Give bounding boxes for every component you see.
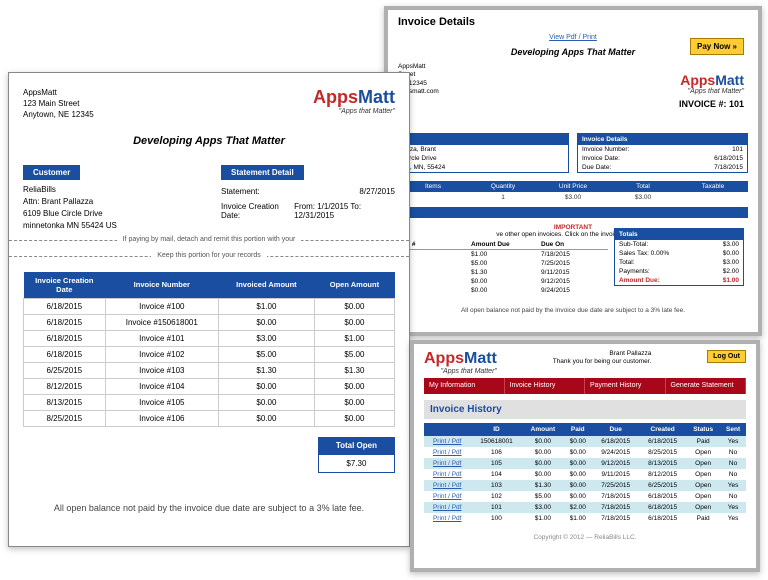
history-table: ID AmountPaid DueCreated StatusSent Prin…: [424, 423, 746, 524]
logo: AppsMatt "Apps that Matter": [313, 87, 395, 121]
print-pdf-link[interactable]: Print / Pdf: [433, 460, 462, 467]
invoice-details-title: Invoice Details: [398, 16, 748, 28]
table-row: Print / Pdf100$1.00$1.007/18/20156/18/20…: [424, 513, 746, 524]
pay-now-button[interactable]: Pay Now »: [690, 38, 744, 55]
thank-you: Thank you for being our customer.: [553, 358, 652, 366]
table-row: 6/18/2015Invoice #101$3.00$1.00: [24, 330, 395, 346]
table-row: 6/18/2015Invoice #102$5.00$5.00: [24, 346, 395, 362]
table-row: 8/12/2015Invoice #104$0.00$0.00: [24, 378, 395, 394]
tab-statement[interactable]: Generate Statement: [666, 378, 747, 394]
table-row: Print / Pdf104$0.00$0.009/11/20158/12/20…: [424, 469, 746, 480]
table-row: Print / Pdf106$0.00$0.009/24/20158/25/20…: [424, 447, 746, 458]
tab-payment[interactable]: Payment History: [585, 378, 666, 394]
statement-card: AppsMatt 123 Main Street Anytown, NE 123…: [8, 72, 410, 547]
total-open: Total Open $7.30: [318, 437, 395, 473]
items-row: 1 $3.00 $3.00: [398, 192, 748, 203]
table-row: Print / Pdf101$3.00$2.007/18/20156/18/20…: [424, 502, 746, 513]
print-pdf-link[interactable]: Print / Pdf: [433, 449, 462, 456]
logo: AppsMatt "Apps that Matter": [424, 350, 497, 375]
table-row: 8/13/2015Invoice #105$0.00$0.00: [24, 394, 395, 410]
section-title: Invoice History: [424, 400, 746, 419]
table-row: 6/25/2015Invoice #103$1.30$1.30: [24, 362, 395, 378]
table-row: Print / Pdf102$5.00$0.007/18/20156/18/20…: [424, 491, 746, 502]
print-pdf-link[interactable]: Print / Pdf: [433, 515, 462, 522]
from-address: AppsMatt 123 Main Street Anytown, NE 123…: [23, 87, 94, 121]
table-row: 8/25/2015Invoice #106$0.00$0.00: [24, 410, 395, 426]
brand-tagline: Developing Apps That Matter: [23, 135, 395, 147]
view-pdf-link[interactable]: View Pdf / Print: [549, 34, 597, 41]
items-header: Items Quantity Unit Price Total Taxable: [398, 181, 748, 192]
table-row: 6/18/2015Invoice #150618001$0.00$0.00: [24, 314, 395, 330]
logout-button[interactable]: Log Out: [707, 350, 746, 363]
late-fee-note: All open balance not paid by the invoice…: [23, 473, 395, 513]
logo: AppsMatt "Apps that Matter" INVOICE #: 1…: [679, 72, 744, 109]
invoice-meta-box: Invoice Details Invoice Number:101 Invoi…: [577, 133, 748, 173]
invoice-number: INVOICE #: 101: [679, 99, 744, 109]
print-pdf-link[interactable]: Print / Pdf: [433, 504, 462, 511]
customer-heading: Customer: [23, 165, 80, 180]
table-row: Print / Pdf105$0.00$0.009/12/20158/13/20…: [424, 458, 746, 469]
print-pdf-link[interactable]: Print / Pdf: [433, 493, 462, 500]
user-name: Brant Pallazza: [553, 350, 652, 358]
tab-my-info[interactable]: My Information: [424, 378, 505, 394]
copyright: Copyright © 2012 — ReliaBills LLC.: [424, 534, 746, 541]
print-pdf-link[interactable]: Print / Pdf: [433, 438, 462, 445]
print-pdf-link[interactable]: Print / Pdf: [433, 471, 462, 478]
tear-line: Keep this portion for your records: [9, 256, 409, 264]
detail-heading: Statement Detail: [221, 165, 304, 180]
late-fee-note: All open balance not paid by the invoice…: [398, 307, 748, 314]
print-pdf-link[interactable]: Print / Pdf: [433, 482, 462, 489]
invoice-history-card: AppsMatt "Apps that Matter" Brant Pallaz…: [410, 340, 760, 572]
tear-line: If paying by mail, detach and remit this…: [9, 240, 409, 248]
table-row: 6/18/2015Invoice #100$1.00$0.00: [24, 298, 395, 314]
tab-invoice[interactable]: Invoice History: [505, 378, 586, 394]
nav-tabs: My Information Invoice History Payment H…: [424, 378, 746, 394]
customer-address: ReliaBills Attn: Brant Pallazza 6109 Blu…: [23, 184, 197, 232]
table-row: Print / Pdf103$1.30$0.007/25/20156/25/20…: [424, 480, 746, 491]
totals-box: Totals Sub-Total:$3.00 Sales Tax: 0.00%$…: [614, 228, 744, 286]
open-invoices-table: ice #Amount DueDue On $1.007/18/2015 $5.…: [398, 240, 608, 295]
table-row: Print / Pdf150618001$0.00$0.006/18/20156…: [424, 436, 746, 447]
statement-table: Invoice Creation Date Invoice Number Inv…: [23, 272, 395, 427]
bill-to-box: azza, Brant Circle Drive ka, MN, 55424: [398, 133, 569, 173]
invoice-details-card: Invoice Details View Pdf / Print Pay Now…: [384, 6, 762, 336]
